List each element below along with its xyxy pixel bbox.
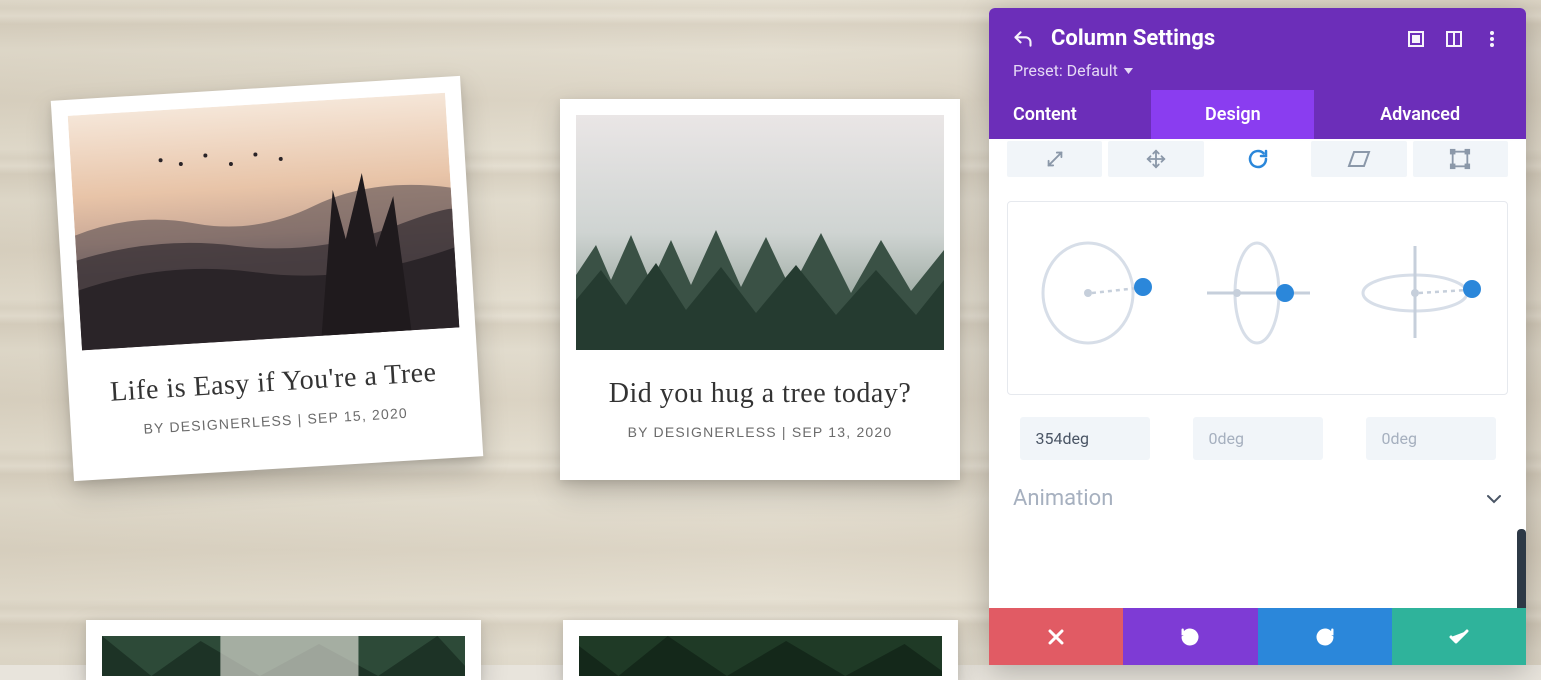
- animation-section-toggle[interactable]: Animation: [1007, 460, 1508, 521]
- tab-design[interactable]: Design: [1151, 90, 1314, 139]
- rotate-z-input[interactable]: [1366, 417, 1496, 460]
- undo-button[interactable]: [1123, 608, 1257, 665]
- blog-card[interactable]: [563, 620, 958, 680]
- card-meta: BY DESIGNERLESS | SEP 15, 2020: [87, 401, 465, 440]
- chevron-down-icon: [1124, 68, 1133, 74]
- card-meta: BY DESIGNERLESS | SEP 13, 2020: [576, 424, 944, 440]
- expand-icon[interactable]: [1406, 29, 1426, 49]
- rotate-x-control[interactable]: [1030, 238, 1160, 348]
- save-button[interactable]: [1392, 608, 1526, 665]
- card-title[interactable]: Did you hug a tree today?: [576, 378, 944, 410]
- card-image: [68, 93, 460, 351]
- blog-card[interactable]: Life is Easy if You're a Tree BY DESIGNE…: [51, 76, 483, 481]
- rotate-y-input[interactable]: [1193, 417, 1323, 460]
- card-title[interactable]: Life is Easy if You're a Tree: [84, 355, 463, 410]
- rotate-controls: [1007, 201, 1508, 395]
- column-settings-panel: Column Settings Preset: Default Content …: [989, 8, 1526, 665]
- preset-label: Preset: Default: [1013, 61, 1118, 80]
- panel-body[interactable]: Animation: [989, 139, 1526, 608]
- redo-icon: [1314, 626, 1336, 648]
- rotate-y-control[interactable]: [1192, 238, 1322, 348]
- settings-tabs: Content Design Advanced: [989, 90, 1526, 139]
- transform-scale-tab[interactable]: [1007, 141, 1102, 177]
- card-image: [102, 636, 465, 676]
- blog-card[interactable]: Did you hug a tree today? BY DESIGNERLES…: [560, 99, 960, 480]
- transform-type-tabs: [1007, 139, 1508, 177]
- transform-rotate-tab[interactable]: [1210, 141, 1305, 177]
- panel-title: Column Settings: [1051, 26, 1388, 51]
- tab-content[interactable]: Content: [989, 90, 1151, 139]
- undo-icon: [1179, 626, 1201, 648]
- card-image: [579, 636, 942, 676]
- rotate-x-input[interactable]: [1020, 417, 1150, 460]
- undo-icon[interactable]: [1013, 29, 1033, 49]
- kebab-menu-icon[interactable]: [1482, 29, 1502, 49]
- tab-advanced[interactable]: Advanced: [1314, 90, 1526, 139]
- preset-selector[interactable]: Preset: Default: [1013, 61, 1133, 80]
- close-icon: [1047, 628, 1065, 646]
- check-icon: [1449, 629, 1469, 645]
- panel-footer: [989, 608, 1526, 665]
- rotate-z-control[interactable]: [1355, 238, 1485, 348]
- panel-header: Column Settings Preset: Default: [989, 8, 1526, 90]
- cancel-button[interactable]: [989, 608, 1123, 665]
- blog-card[interactable]: [86, 620, 481, 680]
- transform-skew-tab[interactable]: [1311, 141, 1406, 177]
- card-image: [576, 115, 944, 350]
- transform-origin-tab[interactable]: [1413, 141, 1508, 177]
- scrollbar-thumb[interactable]: [1517, 529, 1526, 608]
- rotate-values-row: [1007, 417, 1508, 460]
- chevron-down-icon: [1486, 494, 1502, 504]
- animation-label: Animation: [1013, 486, 1113, 511]
- transform-translate-tab[interactable]: [1108, 141, 1203, 177]
- redo-button[interactable]: [1258, 608, 1392, 665]
- snap-icon[interactable]: [1444, 29, 1464, 49]
